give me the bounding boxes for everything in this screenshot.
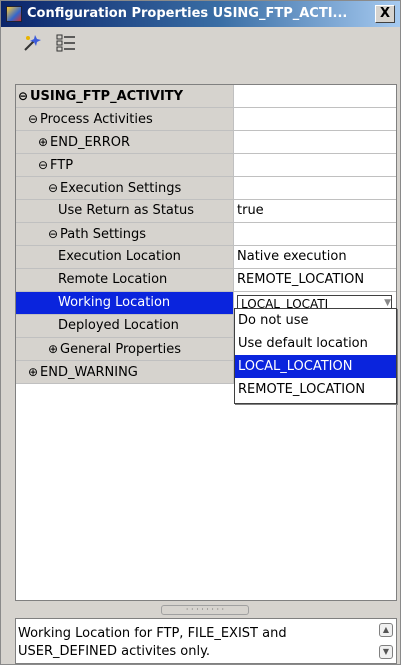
tree-row-label: Working Location — [58, 295, 171, 310]
app-icon — [6, 6, 22, 22]
working-location-options-list[interactable]: Do not use Use default location LOCAL_LO… — [234, 308, 397, 404]
tree-row-label: General Properties — [60, 342, 182, 357]
tree-row-remote-location[interactable]: Remote Location REMOTE_LOCATION — [16, 269, 396, 292]
tree-row-use-return-as-status[interactable]: Use Return as Status true — [16, 200, 396, 223]
tree-row-value[interactable] — [234, 177, 396, 200]
remote-location-value[interactable]: REMOTE_LOCATION — [234, 269, 396, 292]
description-text: Working Location for FTP, FILE_EXIST and… — [18, 626, 287, 659]
option-do-not-use[interactable]: Do not use — [235, 309, 396, 332]
collapse-icon[interactable]: ⊖ — [28, 108, 40, 130]
collapse-icon[interactable]: ⊖ — [48, 223, 60, 245]
scroll-down-icon[interactable]: ▼ — [379, 645, 393, 659]
close-button[interactable]: X — [375, 5, 395, 23]
tree-row-value[interactable] — [234, 108, 396, 131]
tree-row-label: Use Return as Status — [58, 203, 194, 218]
option-use-default-location[interactable]: Use default location — [235, 332, 396, 355]
window-title: Configuration Properties USING_FTP_ACTI.… — [27, 6, 348, 21]
tree-row-value[interactable] — [234, 154, 396, 177]
dropdown-arrow-icon[interactable]: ▼ — [384, 298, 391, 308]
tree-row-value[interactable] — [234, 131, 396, 154]
toolbar — [1, 27, 400, 57]
description-scrollbar[interactable]: ▲ ▼ — [379, 623, 393, 661]
wand-icon[interactable] — [21, 32, 43, 54]
tree-row-label: FTP — [50, 158, 74, 173]
tree-row-execution-settings[interactable]: ⊖ Execution Settings — [16, 177, 396, 200]
tree-row-end-error[interactable]: ⊕ END_ERROR — [16, 131, 396, 154]
tree-row-value[interactable] — [234, 85, 396, 108]
use-return-as-status-value[interactable]: true — [234, 200, 396, 223]
tree-row-label: Remote Location — [58, 272, 168, 287]
collapse-icon[interactable]: ⊖ — [18, 85, 30, 107]
tree-row-using-ftp-activity[interactable]: ⊖ USING_FTP_ACTIVITY — [16, 85, 396, 108]
tree-row-process-activities[interactable]: ⊖ Process Activities — [16, 108, 396, 131]
scroll-up-icon[interactable]: ▲ — [379, 623, 393, 637]
configuration-properties-window: Configuration Properties USING_FTP_ACTI.… — [0, 0, 401, 665]
tree-row-label: Deployed Location — [58, 318, 179, 333]
list-view-icon[interactable] — [55, 32, 77, 54]
option-local-location[interactable]: LOCAL_LOCATION — [235, 355, 396, 378]
expand-icon[interactable]: ⊕ — [28, 361, 40, 383]
tree-row-value[interactable] — [234, 223, 396, 246]
tree-row-label: USING_FTP_ACTIVITY — [30, 89, 184, 104]
execution-location-value[interactable]: Native execution — [234, 246, 396, 269]
tree-row-label: END_WARNING — [40, 365, 138, 380]
description-panel: Working Location for FTP, FILE_EXIST and… — [15, 618, 397, 664]
expand-icon[interactable]: ⊕ — [48, 338, 60, 360]
title-bar[interactable]: Configuration Properties USING_FTP_ACTI.… — [1, 1, 400, 27]
tree-row-label: Execution Location — [58, 249, 181, 264]
tree-row-ftp[interactable]: ⊖ FTP — [16, 154, 396, 177]
tree-row-label: Execution Settings — [60, 181, 182, 196]
tree-row-path-settings[interactable]: ⊖ Path Settings — [16, 223, 396, 246]
collapse-icon[interactable]: ⊖ — [48, 177, 60, 199]
tree-row-label: Path Settings — [60, 227, 147, 242]
expand-icon[interactable]: ⊕ — [38, 131, 50, 153]
tree-row-label: END_ERROR — [50, 135, 130, 150]
collapse-icon[interactable]: ⊖ — [38, 154, 50, 176]
tree-row-label: Process Activities — [40, 112, 153, 127]
tree-row-execution-location[interactable]: Execution Location Native execution — [16, 246, 396, 269]
option-remote-location[interactable]: REMOTE_LOCATION — [235, 378, 396, 401]
pane-splitter[interactable]: · · · · · · · · — [161, 605, 249, 615]
